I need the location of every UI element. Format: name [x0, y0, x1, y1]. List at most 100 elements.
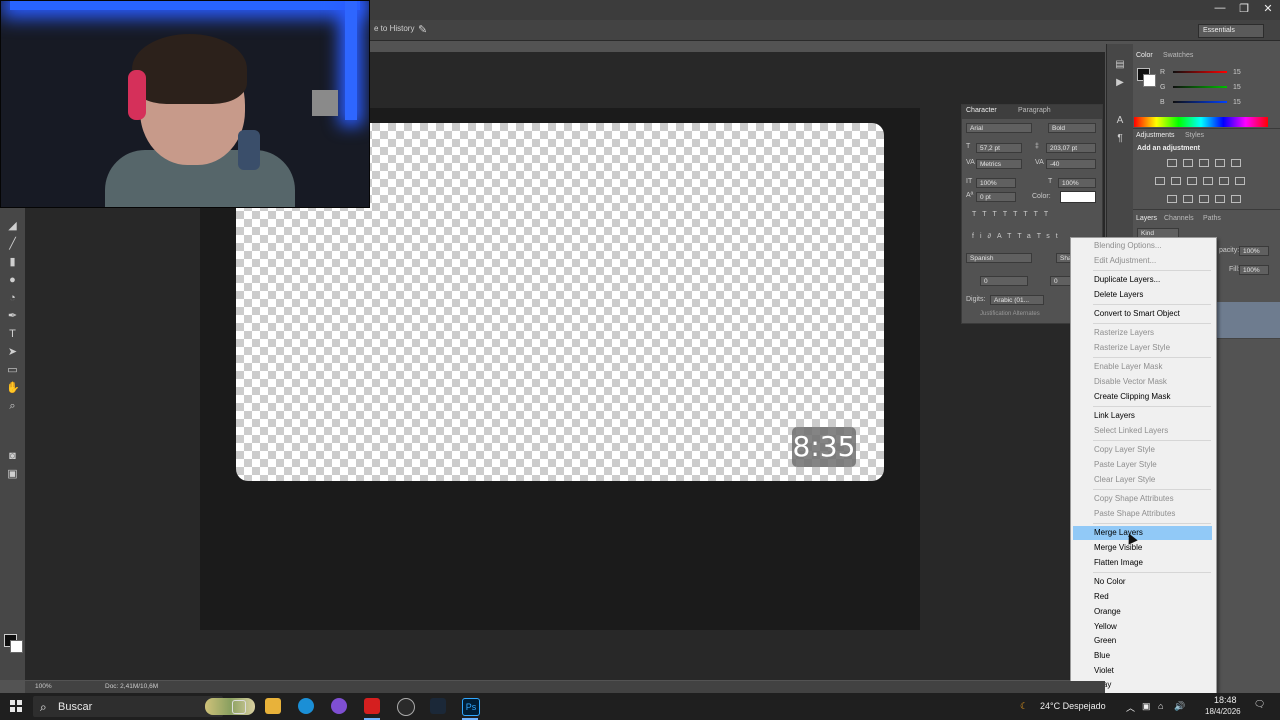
paragraph-panel-icon[interactable]: ¶	[1113, 132, 1127, 146]
clock-time[interactable]: 18:48	[1214, 695, 1237, 705]
menu-item-no-color[interactable]: No Color	[1073, 575, 1212, 589]
close-button[interactable]: ✕	[1262, 2, 1274, 15]
screen-mode-icon[interactable]: ▣	[6, 468, 19, 481]
justification-alternates[interactable]: Justification Alternates	[980, 311, 1040, 317]
tab-adjustments[interactable]: Adjustments	[1136, 132, 1175, 139]
invert-icon[interactable]	[1167, 195, 1177, 203]
opentype-buttons[interactable]: fi∂ATTaTst	[972, 233, 1064, 240]
notifications-icon[interactable]: 🗨	[1254, 699, 1265, 710]
character-panel-icon[interactable]: A	[1113, 114, 1127, 128]
network-icon[interactable]: ⌂	[1158, 701, 1163, 711]
clock-date[interactable]: 18/4/2026	[1205, 707, 1241, 716]
channel-mixer-icon[interactable]	[1219, 177, 1229, 185]
threshold-icon[interactable]	[1199, 195, 1209, 203]
language-select[interactable]: Spanish	[966, 253, 1032, 263]
eraser-tool-icon[interactable]: ◢	[6, 220, 19, 233]
tab-paragraph[interactable]: Paragraph	[1018, 107, 1051, 114]
menu-item-green[interactable]: Green	[1073, 634, 1212, 648]
menu-item-link-layers[interactable]: Link Layers	[1073, 409, 1212, 423]
shape-tool-icon[interactable]: ▭	[6, 364, 19, 377]
kerning-field[interactable]: Metrics	[976, 159, 1022, 169]
color-bg-swatch[interactable]	[1143, 74, 1156, 87]
b-slider[interactable]	[1173, 101, 1227, 103]
zoom-tool-icon[interactable]: ⌕	[6, 400, 19, 413]
zoom-level[interactable]: 100%	[35, 683, 52, 690]
curves-icon[interactable]	[1199, 159, 1209, 167]
chrome-profile-icon[interactable]	[331, 698, 347, 714]
tab-paths[interactable]: Paths	[1203, 215, 1221, 222]
actions-panel-icon[interactable]: ▶	[1113, 76, 1127, 90]
posterize-icon[interactable]	[1183, 195, 1193, 203]
path-selection-tool-icon[interactable]: ➤	[6, 346, 19, 359]
gradient-tool-icon[interactable]: ▮	[6, 256, 19, 269]
tray-overflow-icon[interactable]: ︿	[1126, 701, 1135, 714]
volume-icon[interactable]: 🔊	[1174, 701, 1185, 712]
pen-tool-icon[interactable]: ✒	[6, 310, 19, 323]
blur-tool-icon[interactable]: ●	[6, 274, 19, 287]
layer-row-selected[interactable]	[1215, 302, 1280, 321]
black-white-icon[interactable]	[1187, 177, 1197, 185]
font-size-field[interactable]: 57,2 pt	[976, 143, 1022, 153]
background-color-swatch[interactable]	[10, 640, 23, 653]
hand-tool-icon[interactable]: ✋	[6, 382, 20, 395]
menu-item-merge-visible[interactable]: Merge Visible	[1073, 541, 1212, 555]
menu-item-duplicate-layers[interactable]: Duplicate Layers...	[1073, 273, 1212, 287]
levels-icon[interactable]	[1183, 159, 1193, 167]
windows-start-icon[interactable]	[10, 700, 22, 712]
font-style-select[interactable]: Bold	[1048, 123, 1096, 133]
tab-channels[interactable]: Channels	[1164, 215, 1194, 222]
b-value[interactable]: 15	[1233, 99, 1241, 106]
text-color-swatch[interactable]	[1060, 191, 1096, 203]
opacity-field[interactable]: 100%	[1239, 246, 1269, 256]
tab-layers[interactable]: Layers	[1136, 215, 1157, 222]
gradient-map-icon[interactable]	[1215, 195, 1225, 203]
tab-color[interactable]: Color	[1136, 52, 1153, 59]
menu-item-yellow[interactable]: Yellow	[1073, 620, 1212, 634]
menu-item-flatten-image[interactable]: Flatten Image	[1073, 556, 1212, 570]
font-family-select[interactable]: Arial	[966, 123, 1032, 133]
task-view-icon[interactable]	[232, 700, 246, 714]
menu-item-blue[interactable]: Blue	[1073, 649, 1212, 663]
color-lookup-icon[interactable]	[1235, 177, 1245, 185]
dodge-tool-icon[interactable]: ◔	[6, 292, 19, 305]
exposure-icon[interactable]	[1215, 159, 1225, 167]
menu-item-merge-layers[interactable]: Merge Layers	[1073, 526, 1212, 540]
tracking-field[interactable]: -40	[1046, 159, 1096, 169]
leading-field[interactable]: 203,07 pt	[1046, 143, 1096, 153]
obs-icon[interactable]	[397, 698, 415, 716]
file-explorer-icon[interactable]	[265, 698, 281, 714]
steam-icon[interactable]	[430, 698, 446, 714]
layer-row-selected[interactable]	[1215, 320, 1280, 339]
edge-icon[interactable]	[298, 698, 314, 714]
brush-icon[interactable]: ✎	[418, 23, 427, 36]
weather-text[interactable]: 24°C Despejado	[1040, 701, 1106, 711]
taskbar-search[interactable]: ⌕ Buscar	[33, 696, 255, 717]
menu-item-orange[interactable]: Orange	[1073, 605, 1212, 619]
horizontal-scale-field[interactable]: 100%	[1058, 178, 1096, 188]
search-input[interactable]: Buscar	[58, 701, 92, 713]
brightness-icon[interactable]	[1167, 159, 1177, 167]
photoshop-icon[interactable]: Ps	[462, 698, 480, 716]
fill-field[interactable]: 100%	[1239, 265, 1269, 275]
vertical-scale-field[interactable]: 100%	[976, 178, 1016, 188]
restore-button[interactable]: ❐	[1238, 2, 1250, 15]
tray-app-icon[interactable]: ▣	[1142, 701, 1151, 712]
media-player-icon[interactable]	[364, 698, 380, 714]
g-slider[interactable]	[1173, 86, 1227, 88]
text-style-buttons[interactable]: TTTTTTTT	[972, 211, 1054, 218]
color-spectrum[interactable]	[1134, 117, 1268, 127]
quick-mask-icon[interactable]: ◙	[6, 450, 19, 463]
hue-saturation-icon[interactable]	[1155, 177, 1165, 185]
digits-select[interactable]: Arabic (01...	[990, 295, 1044, 305]
menu-item-red[interactable]: Red	[1073, 590, 1212, 604]
history-panel-icon[interactable]: ▤	[1113, 58, 1127, 72]
selective-color-icon[interactable]	[1231, 195, 1241, 203]
tab-styles[interactable]: Styles	[1185, 132, 1204, 139]
baseline-shift-field[interactable]: 0 pt	[976, 192, 1016, 202]
paragraph-field-1[interactable]: 0	[980, 276, 1028, 286]
vibrance-icon[interactable]	[1231, 159, 1241, 167]
minimize-button[interactable]: —	[1214, 2, 1226, 15]
menu-item-convert-smart-object[interactable]: Convert to Smart Object	[1073, 307, 1212, 321]
menu-item-delete-layers[interactable]: Delete Layers	[1073, 288, 1212, 302]
photo-filter-icon[interactable]	[1203, 177, 1213, 185]
